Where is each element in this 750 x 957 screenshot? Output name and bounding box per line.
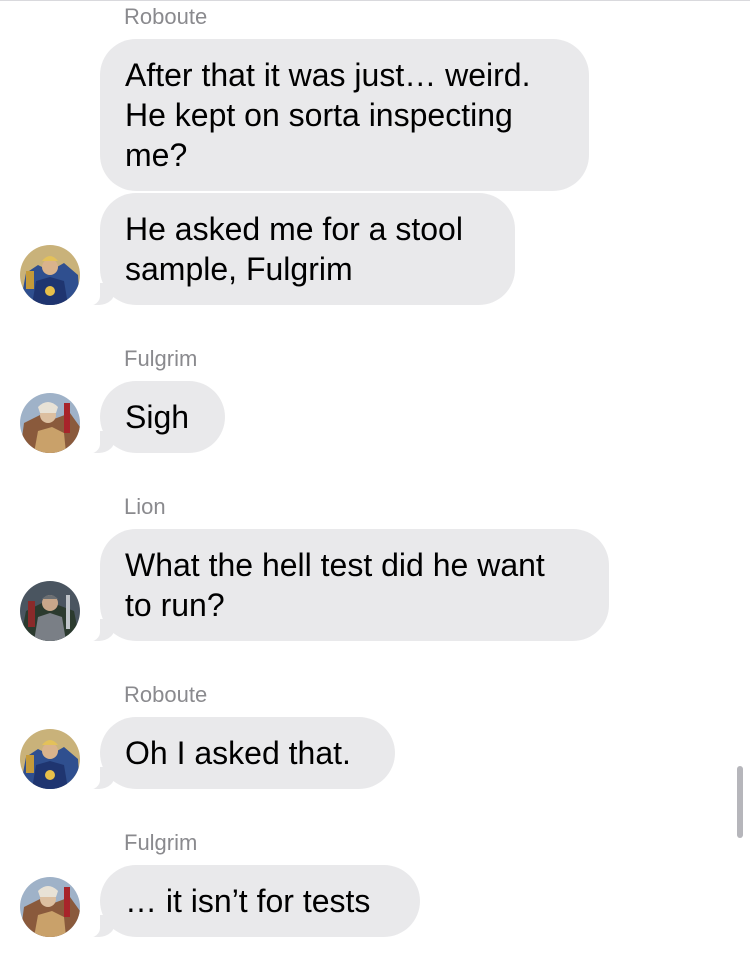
message-bubble[interactable]: Sigh bbox=[80, 381, 225, 454]
scrollbar[interactable] bbox=[737, 766, 743, 838]
message-bubble[interactable]: He asked me for a stool sample, Fulgrim bbox=[80, 193, 515, 306]
sender-name-fulgrim: Fulgrim bbox=[124, 830, 198, 855]
roboute-avatar-icon[interactable] bbox=[20, 729, 80, 789]
sender-name-fulgrim: Fulgrim bbox=[124, 346, 198, 371]
header-divider bbox=[0, 0, 750, 1]
fulgrim-avatar-icon[interactable] bbox=[20, 877, 80, 937]
message-bubble[interactable]: After that it was just… weird. He kept o… bbox=[100, 39, 589, 191]
sender-name-roboute: Roboute bbox=[124, 682, 208, 707]
message-bubble[interactable]: … it isn’t for tests bbox=[80, 865, 420, 938]
lion-avatar-icon[interactable] bbox=[20, 581, 80, 641]
fulgrim-avatar-icon[interactable] bbox=[20, 393, 80, 453]
sender-name-roboute: Roboute bbox=[124, 4, 208, 29]
message-bubble[interactable]: What the hell test did he want to run? bbox=[80, 529, 609, 642]
sender-name-lion: Lion bbox=[124, 494, 166, 519]
message-bubble[interactable]: Oh I asked that. bbox=[80, 717, 395, 790]
roboute-avatar-icon[interactable] bbox=[20, 245, 80, 305]
